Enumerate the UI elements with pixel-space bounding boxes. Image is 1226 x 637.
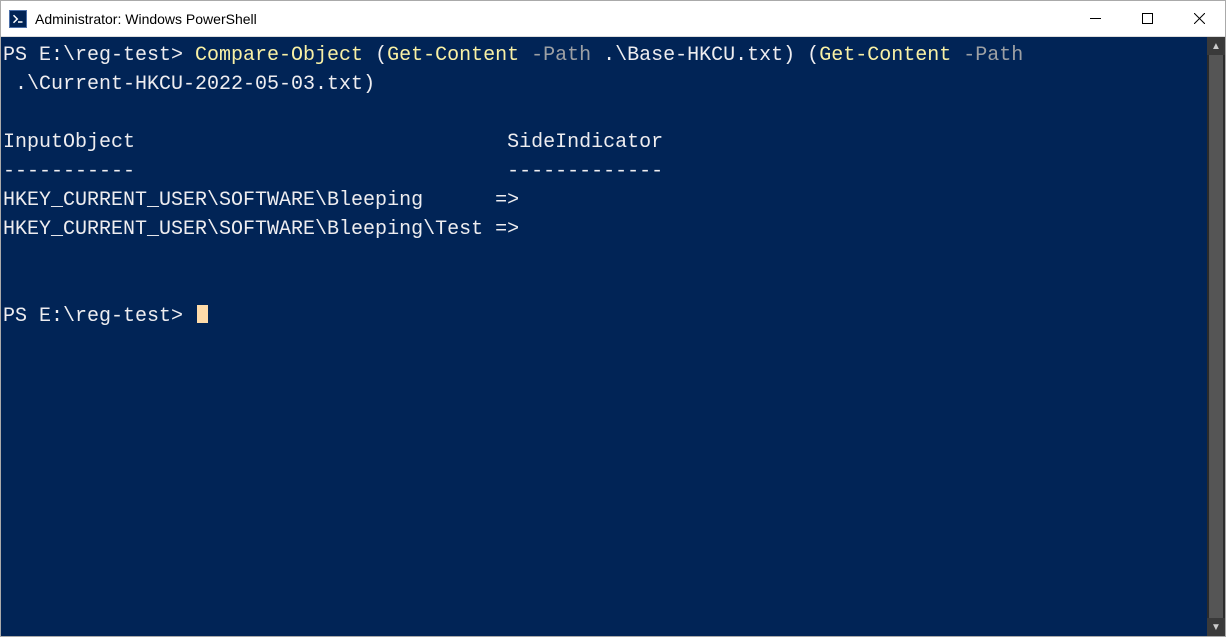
window-title: Administrator: Windows PowerShell [35,11,1069,27]
minimize-button[interactable] [1069,1,1121,36]
prompt: PS E:\reg-test> [3,44,195,67]
output-row: HKEY_CURRENT_USER\SOFTWARE\Bleeping => [3,189,519,212]
scrollbar-track[interactable] [1207,55,1225,618]
titlebar: Administrator: Windows PowerShell [1,1,1225,37]
prompt: PS E:\reg-test> [3,305,195,328]
scroll-up-icon[interactable]: ▲ [1207,37,1225,55]
output-row: HKEY_CURRENT_USER\SOFTWARE\Bleeping\Test… [3,218,519,241]
scroll-down-icon[interactable]: ▼ [1207,618,1225,636]
paren: ) ( [783,44,819,67]
parameter: -Path [531,44,591,67]
scrollbar-thumb[interactable] [1209,55,1223,618]
argument: .\Current-HKCU-2022-05-03.txt [3,73,363,96]
output-divider: ----------- ------------- [3,160,663,183]
terminal-wrapper: PS E:\reg-test> Compare-Object (Get-Cont… [1,37,1225,636]
parameter: -Path [963,44,1023,67]
close-button[interactable] [1173,1,1225,36]
paren: ( [363,44,387,67]
cmdlet: Get-Content [819,44,951,67]
powershell-icon [9,10,27,28]
cmdlet: Compare-Object [195,44,363,67]
terminal[interactable]: PS E:\reg-test> Compare-Object (Get-Cont… [1,37,1207,636]
cursor [197,305,208,323]
window-controls [1069,1,1225,36]
argument: .\Base-HKCU.txt [591,44,783,67]
paren: ) [363,73,375,96]
maximize-button[interactable] [1121,1,1173,36]
output-header: InputObject SideIndicator [3,131,663,154]
cmdlet: Get-Content [387,44,519,67]
scrollbar[interactable]: ▲ ▼ [1207,37,1225,636]
